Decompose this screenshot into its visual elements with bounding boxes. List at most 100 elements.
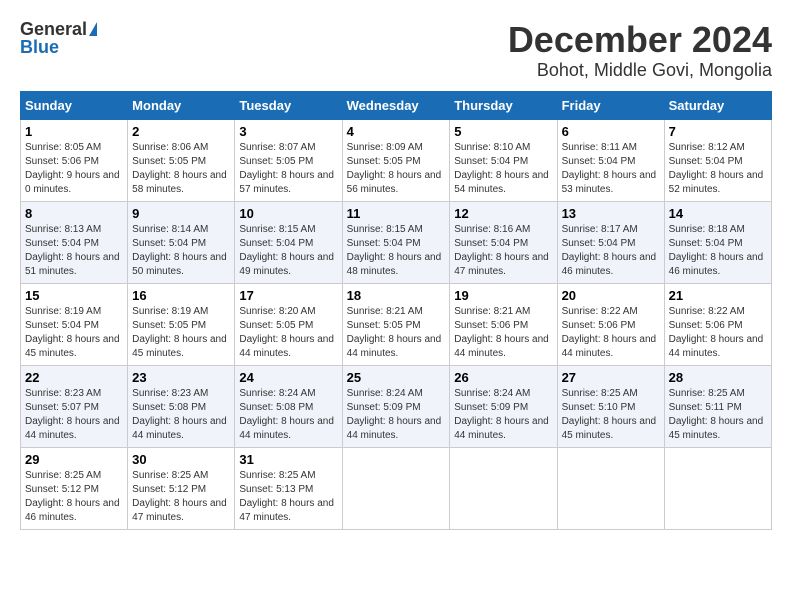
logo: General Blue [20,20,97,56]
day-info: Sunrise: 8:09 AMSunset: 5:05 PMDaylight:… [347,141,446,197]
day-info: Sunrise: 8:20 AMSunset: 5:05 PMDaylight:… [239,305,337,361]
day-info: Sunrise: 8:23 AMSunset: 5:07 PMDaylight:… [25,387,123,443]
day-info: Sunrise: 8:24 AMSunset: 5:09 PMDaylight:… [454,387,552,443]
calendar-cell: 11 Sunrise: 8:15 AMSunset: 5:04 PMDayligh… [342,201,450,283]
day-info: Sunrise: 8:07 AMSunset: 5:05 PMDaylight:… [239,141,337,197]
header-row: Sunday Monday Tuesday Wednesday Thursday… [21,91,772,119]
day-info: Sunrise: 8:17 AMSunset: 5:04 PMDaylight:… [562,223,660,279]
day-info: Sunrise: 8:05 AMSunset: 5:06 PMDaylight:… [25,141,123,197]
logo-blue: Blue [20,38,59,56]
calendar-cell: 17 Sunrise: 8:20 AMSunset: 5:05 PMDayligh… [235,283,342,365]
day-info: Sunrise: 8:22 AMSunset: 5:06 PMDaylight:… [669,305,767,361]
day-number: 13 [562,206,660,221]
calendar-cell: 7 Sunrise: 8:12 AMSunset: 5:04 PMDaylight… [664,119,771,201]
day-info: Sunrise: 8:21 AMSunset: 5:06 PMDaylight:… [454,305,552,361]
logo-triangle-icon [89,22,97,36]
calendar-week-5: 29 Sunrise: 8:25 AMSunset: 5:12 PMDayligh… [21,447,772,529]
day-info: Sunrise: 8:12 AMSunset: 5:04 PMDaylight:… [669,141,767,197]
calendar-cell: 29 Sunrise: 8:25 AMSunset: 5:12 PMDayligh… [21,447,128,529]
day-info: Sunrise: 8:13 AMSunset: 5:04 PMDaylight:… [25,223,123,279]
calendar-cell [557,447,664,529]
day-number: 11 [347,206,446,221]
col-wednesday: Wednesday [342,91,450,119]
day-info: Sunrise: 8:15 AMSunset: 5:04 PMDaylight:… [347,223,446,279]
day-info: Sunrise: 8:21 AMSunset: 5:05 PMDaylight:… [347,305,446,361]
calendar-cell: 13 Sunrise: 8:17 AMSunset: 5:04 PMDayligh… [557,201,664,283]
calendar-cell [450,447,557,529]
day-number: 29 [25,452,123,467]
day-info: Sunrise: 8:24 AMSunset: 5:09 PMDaylight:… [347,387,446,443]
title-area: December 2024 Bohot, Middle Govi, Mongol… [508,20,772,81]
calendar-cell [664,447,771,529]
day-info: Sunrise: 8:06 AMSunset: 5:05 PMDaylight:… [132,141,230,197]
col-thursday: Thursday [450,91,557,119]
page-container: General Blue December 2024 Bohot, Middle… [20,20,772,530]
day-info: Sunrise: 8:25 AMSunset: 5:12 PMDaylight:… [25,469,123,525]
day-number: 1 [25,124,123,139]
calendar-cell: 14 Sunrise: 8:18 AMSunset: 5:04 PMDayligh… [664,201,771,283]
day-number: 7 [669,124,767,139]
day-info: Sunrise: 8:16 AMSunset: 5:04 PMDaylight:… [454,223,552,279]
calendar-cell: 10 Sunrise: 8:15 AMSunset: 5:04 PMDayligh… [235,201,342,283]
day-number: 28 [669,370,767,385]
calendar-cell: 26 Sunrise: 8:24 AMSunset: 5:09 PMDayligh… [450,365,557,447]
day-info: Sunrise: 8:10 AMSunset: 5:04 PMDaylight:… [454,141,552,197]
col-monday: Monday [128,91,235,119]
day-info: Sunrise: 8:19 AMSunset: 5:04 PMDaylight:… [25,305,123,361]
day-number: 2 [132,124,230,139]
day-info: Sunrise: 8:22 AMSunset: 5:06 PMDaylight:… [562,305,660,361]
day-number: 22 [25,370,123,385]
calendar-cell: 30 Sunrise: 8:25 AMSunset: 5:12 PMDayligh… [128,447,235,529]
day-number: 5 [454,124,552,139]
day-number: 17 [239,288,337,303]
calendar-cell: 15Sunrise: 8:19 AMSunset: 5:04 PMDayligh… [21,283,128,365]
day-info: Sunrise: 8:25 AMSunset: 5:12 PMDaylight:… [132,469,230,525]
calendar-cell: 12 Sunrise: 8:16 AMSunset: 5:04 PMDayligh… [450,201,557,283]
day-number: 4 [347,124,446,139]
calendar-cell: 31Sunrise: 8:25 AMSunset: 5:13 PMDayligh… [235,447,342,529]
calendar-title: December 2024 [508,20,772,60]
logo-general: General [20,20,87,38]
day-number: 6 [562,124,660,139]
calendar-cell: 1 Sunrise: 8:05 AMSunset: 5:06 PMDaylight… [21,119,128,201]
day-number: 26 [454,370,552,385]
calendar-cell: 8 Sunrise: 8:13 AMSunset: 5:04 PMDaylight… [21,201,128,283]
calendar-cell: 28 Sunrise: 8:25 AMSunset: 5:11 PMDayligh… [664,365,771,447]
calendar-cell: 18Sunrise: 8:21 AMSunset: 5:05 PMDayligh… [342,283,450,365]
calendar-cell: 24Sunrise: 8:24 AMSunset: 5:08 PMDayligh… [235,365,342,447]
calendar-cell: 20 Sunrise: 8:22 AMSunset: 5:06 PMDayligh… [557,283,664,365]
day-info: Sunrise: 8:25 AMSunset: 5:11 PMDaylight:… [669,387,767,443]
day-number: 19 [454,288,552,303]
day-number: 3 [239,124,337,139]
day-info: Sunrise: 8:23 AMSunset: 5:08 PMDaylight:… [132,387,230,443]
calendar-cell: 22 Sunrise: 8:23 AMSunset: 5:07 PMDayligh… [21,365,128,447]
day-info: Sunrise: 8:14 AMSunset: 5:04 PMDaylight:… [132,223,230,279]
day-number: 12 [454,206,552,221]
day-info: Sunrise: 8:11 AMSunset: 5:04 PMDaylight:… [562,141,660,197]
calendar-week-2: 8 Sunrise: 8:13 AMSunset: 5:04 PMDaylight… [21,201,772,283]
day-number: 10 [239,206,337,221]
calendar-cell: 5 Sunrise: 8:10 AMSunset: 5:04 PMDaylight… [450,119,557,201]
day-info: Sunrise: 8:15 AMSunset: 5:04 PMDaylight:… [239,223,337,279]
calendar-cell: 4 Sunrise: 8:09 AMSunset: 5:05 PMDaylight… [342,119,450,201]
day-number: 20 [562,288,660,303]
calendar-cell: 19 Sunrise: 8:21 AMSunset: 5:06 PMDayligh… [450,283,557,365]
day-number: 8 [25,206,123,221]
day-number: 23 [132,370,230,385]
day-number: 31 [239,452,337,467]
calendar-cell: 16Sunrise: 8:19 AMSunset: 5:05 PMDayligh… [128,283,235,365]
day-number: 30 [132,452,230,467]
calendar-cell: 23 Sunrise: 8:23 AMSunset: 5:08 PMDayligh… [128,365,235,447]
day-info: Sunrise: 8:18 AMSunset: 5:04 PMDaylight:… [669,223,767,279]
calendar-cell: 9Sunrise: 8:14 AMSunset: 5:04 PMDaylight… [128,201,235,283]
day-number: 25 [347,370,446,385]
col-saturday: Saturday [664,91,771,119]
day-number: 14 [669,206,767,221]
calendar-subtitle: Bohot, Middle Govi, Mongolia [508,60,772,81]
day-number: 24 [239,370,337,385]
calendar-cell: 25 Sunrise: 8:24 AMSunset: 5:09 PMDayligh… [342,365,450,447]
header: General Blue December 2024 Bohot, Middle… [20,20,772,81]
day-number: 21 [669,288,767,303]
col-friday: Friday [557,91,664,119]
day-info: Sunrise: 8:25 AMSunset: 5:10 PMDaylight:… [562,387,660,443]
